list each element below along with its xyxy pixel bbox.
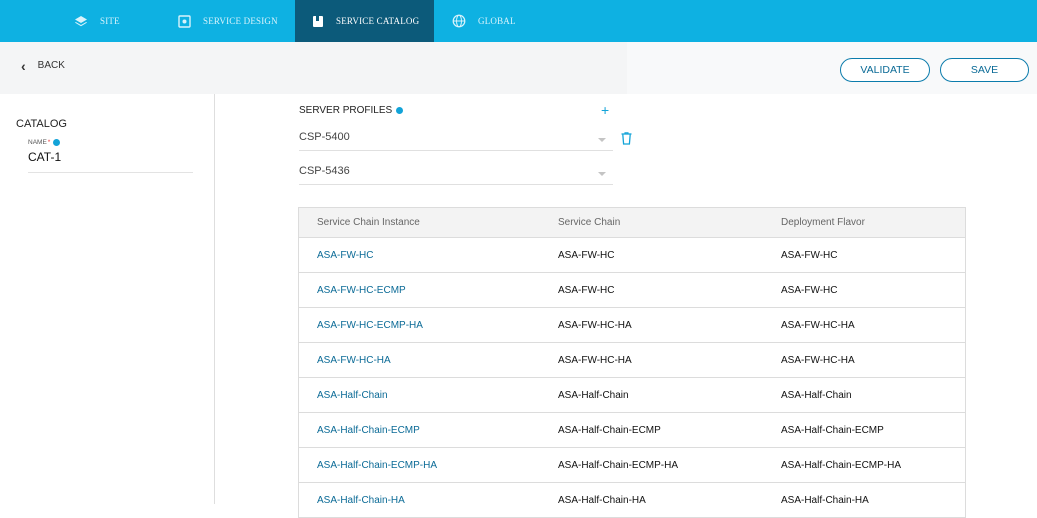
name-field-underline [28, 172, 193, 173]
layers-icon [74, 15, 88, 28]
name-label-text: NAME [28, 139, 47, 146]
server-profiles-label: SERVER PROFILES [299, 105, 393, 116]
tab-site[interactable]: SITE [0, 0, 145, 42]
tab-service-catalog[interactable]: SERVICE CATALOG [295, 0, 434, 42]
back-label: BACK [37, 60, 65, 71]
info-icon[interactable] [396, 107, 404, 114]
catalog-title: CATALOG [16, 118, 67, 130]
service-chain-cell: ASA-FW-HC-HA [558, 355, 632, 366]
profile-select-value: CSP-5400 [299, 131, 350, 143]
service-chain-cell: ASA-FW-HC [558, 250, 615, 261]
deployment-flavor-cell: ASA-Half-Chain-HA [781, 495, 869, 506]
profile-select[interactable]: CSP-5400 [299, 131, 613, 151]
instance-link[interactable]: ASA-FW-HC [317, 250, 373, 261]
instance-link[interactable]: ASA-FW-HC-ECMP-HA [317, 320, 423, 331]
table-row: ASA-Half-Chain-ECMP ASA-Half-Chain-ECMP … [299, 413, 965, 448]
chevron-down-icon [598, 138, 606, 142]
deployment-flavor-cell: ASA-Half-Chain [781, 390, 852, 401]
deployment-flavor-cell: ASA-FW-HC [781, 250, 838, 261]
action-bar: ‹ BACK VALIDATE SAVE [0, 42, 1037, 94]
book-icon [312, 15, 324, 28]
info-icon[interactable] [53, 139, 61, 146]
catalog-sidebar: CATALOG NAME * CAT-1 [0, 94, 215, 504]
instance-link[interactable]: ASA-FW-HC-ECMP [317, 285, 406, 296]
tab-global[interactable]: GLOBAL [434, 0, 544, 42]
tab-service-design-label: SERVICE DESIGN [203, 16, 278, 26]
save-label: SAVE [970, 64, 999, 76]
deployment-flavor-cell: ASA-FW-HC-HA [781, 355, 855, 366]
instance-link[interactable]: ASA-Half-Chain [317, 390, 388, 401]
tab-service-design[interactable]: SERVICE DESIGN [145, 0, 295, 42]
deployment-flavor-cell: ASA-Half-Chain-ECMP [781, 425, 884, 436]
profile-select-value: CSP-5436 [299, 165, 350, 177]
tab-global-label: GLOBAL [478, 16, 516, 26]
table-header: Service Chain Instance Service Chain Dep… [299, 208, 965, 238]
delete-icon[interactable] [621, 132, 632, 150]
service-chain-cell: ASA-Half-Chain-ECMP [558, 425, 661, 436]
validate-label: VALIDATE [860, 64, 910, 76]
service-design-icon [178, 14, 191, 28]
table-row: ASA-FW-HC-HA ASA-FW-HC-HA ASA-FW-HC-HA [299, 343, 965, 378]
service-chain-cell: ASA-Half-Chain-ECMP-HA [558, 460, 679, 471]
chevron-down-icon [598, 172, 606, 176]
tab-service-catalog-label: SERVICE CATALOG [336, 16, 420, 26]
profile-select[interactable]: CSP-5436 [299, 165, 613, 185]
validate-button[interactable]: VALIDATE [840, 58, 930, 82]
column-header: Service Chain [558, 217, 621, 228]
service-chain-cell: ASA-Half-Chain [558, 390, 629, 401]
server-profiles-title: SERVER PROFILES [299, 105, 404, 116]
table-row: ASA-Half-Chain-HA ASA-Half-Chain-HA ASA-… [299, 483, 965, 518]
service-chain-table: Service Chain Instance Service Chain Dep… [298, 207, 966, 518]
table-row: ASA-FW-HC-ECMP-HA ASA-FW-HC-HA ASA-FW-HC… [299, 308, 965, 343]
table-row: ASA-FW-HC ASA-FW-HC ASA-FW-HC [299, 238, 965, 273]
save-button[interactable]: SAVE [940, 58, 1029, 82]
name-field-label: NAME * [28, 139, 61, 146]
deployment-flavor-cell: ASA-FW-HC [781, 285, 838, 296]
deployment-flavor-cell: ASA-FW-HC-HA [781, 320, 855, 331]
column-header: Service Chain Instance [317, 217, 420, 228]
column-header: Deployment Flavor [781, 217, 865, 228]
chevron-left-icon: ‹ [21, 57, 26, 74]
back-button[interactable]: ‹ BACK [21, 57, 65, 74]
instance-link[interactable]: ASA-Half-Chain-ECMP [317, 425, 420, 436]
deployment-flavor-cell: ASA-Half-Chain-ECMP-HA [781, 460, 902, 471]
instance-link[interactable]: ASA-Half-Chain-ECMP-HA [317, 460, 437, 471]
required-mark: * [47, 139, 51, 146]
service-chain-cell: ASA-FW-HC [558, 285, 615, 296]
tab-site-label: SITE [100, 16, 120, 26]
service-chain-cell: ASA-Half-Chain-HA [558, 495, 646, 506]
table-row: ASA-Half-Chain ASA-Half-Chain ASA-Half-C… [299, 378, 965, 413]
name-field[interactable]: CAT-1 [28, 150, 61, 164]
add-profile-button[interactable]: + [601, 102, 609, 118]
table-row: ASA-Half-Chain-ECMP-HA ASA-Half-Chain-EC… [299, 448, 965, 483]
top-nav: SITE SERVICE DESIGN SERVICE CATALOG GLOB… [0, 0, 1037, 42]
service-chain-cell: ASA-FW-HC-HA [558, 320, 632, 331]
instance-link[interactable]: ASA-Half-Chain-HA [317, 495, 405, 506]
globe-icon [452, 14, 466, 28]
table-row: ASA-FW-HC-ECMP ASA-FW-HC ASA-FW-HC [299, 273, 965, 308]
instance-link[interactable]: ASA-FW-HC-HA [317, 355, 391, 366]
